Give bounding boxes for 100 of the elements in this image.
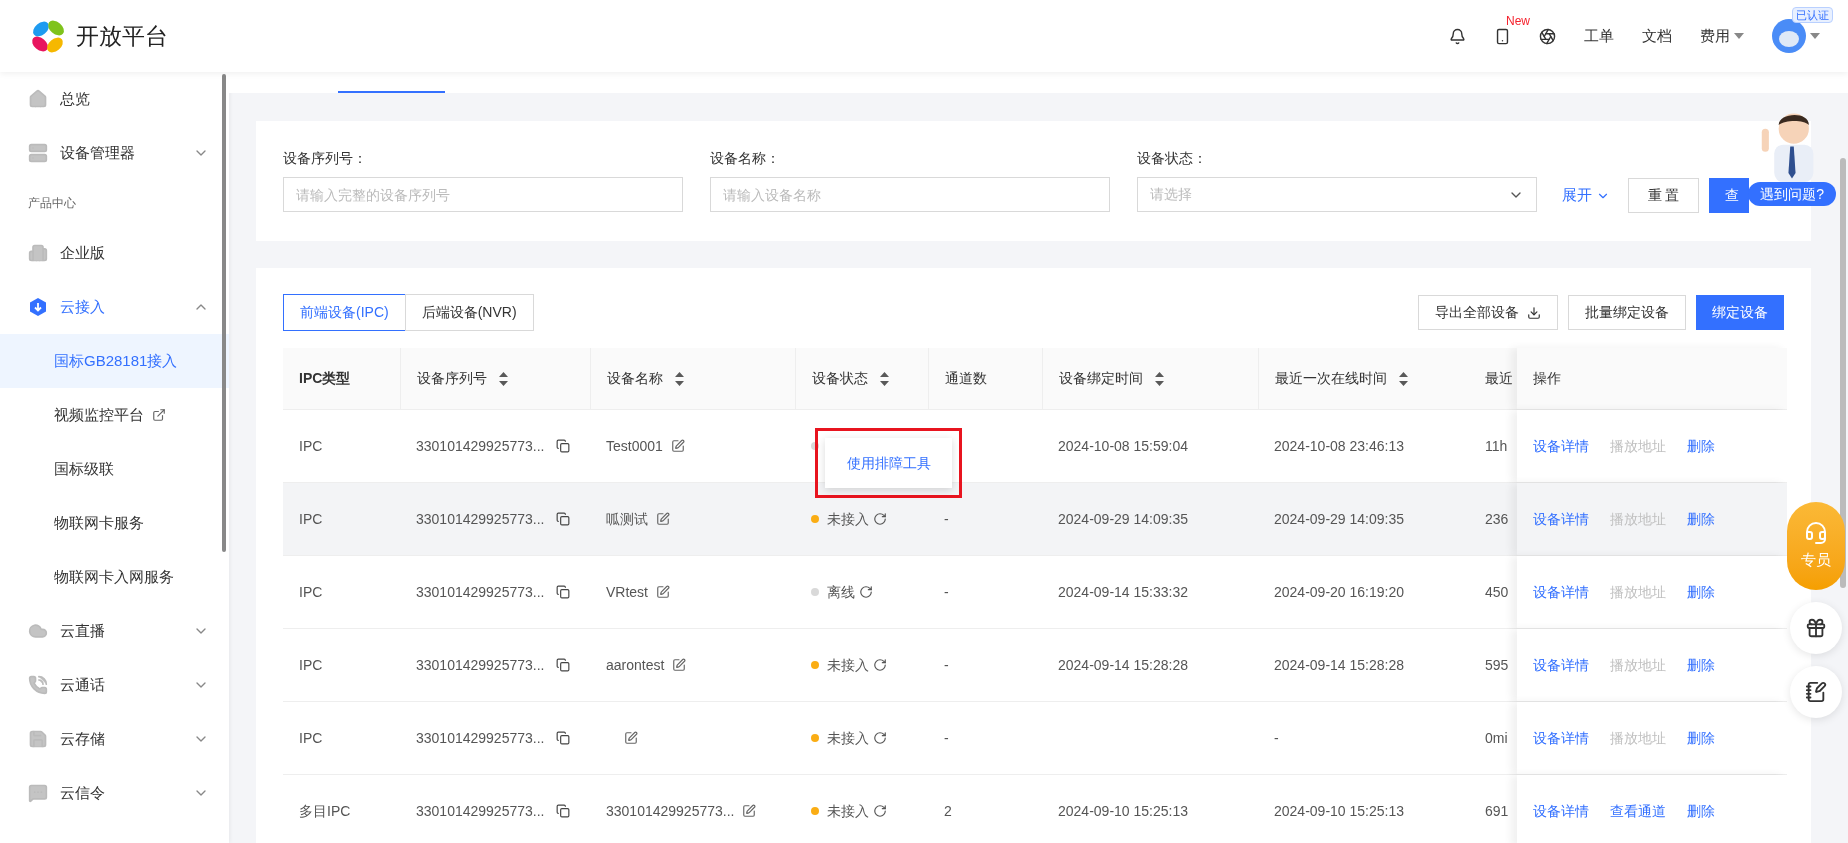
sidebar-subitem[interactable]: 物联网卡服务	[0, 496, 229, 550]
edit-icon[interactable]	[656, 585, 670, 599]
help-bubble[interactable]: 遇到问题?	[1748, 182, 1836, 206]
status-text: 未接入	[827, 801, 869, 821]
table-cell-text: 2024-10-08 15:59:04	[1058, 436, 1188, 456]
table-cell-text: 2024-09-29 14:09:35	[1058, 509, 1188, 529]
toolbar-button[interactable]: 导出全部设备	[1418, 295, 1558, 330]
column-header[interactable]: 设备名称	[590, 348, 795, 409]
aperture-icon[interactable]	[1539, 27, 1556, 45]
input-field[interactable]: 请输入设备名称	[710, 177, 1110, 212]
table-cell-text: 2024-09-10 15:25:13	[1058, 801, 1188, 821]
refresh-icon[interactable]	[873, 731, 887, 745]
table-cell-text: 多目IPC	[299, 801, 351, 821]
action-link[interactable]: 删除	[1687, 435, 1715, 457]
table-cell-text: IPC	[299, 509, 323, 529]
scrollbar-thumb[interactable]	[222, 74, 226, 552]
edit-icon[interactable]	[624, 731, 638, 745]
caret-icon[interactable]	[1810, 33, 1820, 39]
sort-icon[interactable]	[1155, 371, 1164, 386]
column-header[interactable]: 设备序列号	[400, 348, 590, 409]
table-cell-text: -	[944, 655, 949, 675]
copy-icon[interactable]	[556, 658, 571, 672]
action-link[interactable]: 查看通道	[1610, 800, 1666, 822]
column-header[interactable]: 设备状态	[795, 348, 928, 409]
action-link[interactable]: 删除	[1687, 800, 1715, 822]
gift-icon	[1805, 617, 1827, 639]
header-link[interactable]: 费用	[1700, 24, 1744, 48]
refresh-icon[interactable]	[873, 658, 887, 672]
action-link[interactable]: 设备详情	[1533, 654, 1589, 676]
sidebar-item[interactable]: 云通话	[0, 658, 229, 712]
copy-icon[interactable]	[556, 512, 571, 526]
column-header[interactable]: 最近一次在线时间	[1258, 348, 1469, 409]
table-cell-text: VRtest	[606, 582, 648, 602]
refresh-icon[interactable]	[873, 512, 887, 526]
note-edit-icon	[1805, 681, 1827, 703]
table-cell-text: 呱测试	[606, 509, 648, 529]
action-link[interactable]: 设备详情	[1533, 508, 1589, 530]
action-link[interactable]: 删除	[1687, 581, 1715, 603]
action-link[interactable]: 设备详情	[1533, 435, 1589, 457]
table-cell-text: -	[944, 509, 949, 529]
headset-icon	[1804, 520, 1828, 545]
section-title: 产品中心	[27, 195, 77, 212]
sidebar-subitem[interactable]: 国标GB28181接入	[0, 334, 229, 388]
edit-icon[interactable]	[672, 658, 687, 672]
copy-icon[interactable]	[556, 439, 571, 453]
column-header[interactable]: 设备绑定时间	[1042, 348, 1258, 409]
expand-link[interactable]: 展开	[1562, 184, 1610, 207]
sidebar-item[interactable]: 云信令	[0, 766, 229, 820]
sort-icon[interactable]	[675, 371, 684, 386]
notes-button[interactable]	[1790, 666, 1842, 718]
copy-icon[interactable]	[556, 731, 571, 745]
action-link[interactable]: 删除	[1687, 508, 1715, 530]
query-button[interactable]: 查	[1709, 178, 1749, 213]
edit-icon[interactable]	[742, 804, 757, 818]
sidebar-item[interactable]: 云直播	[0, 604, 229, 658]
reset-button[interactable]: 重 置	[1628, 178, 1699, 213]
action-link[interactable]: 删除	[1687, 654, 1715, 676]
gift-button[interactable]	[1790, 602, 1842, 654]
action-link[interactable]: 设备详情	[1533, 800, 1589, 822]
toolbar-button[interactable]: 批量绑定设备	[1568, 295, 1686, 330]
action-link[interactable]: 删除	[1687, 727, 1715, 749]
new-label: New	[1506, 12, 1530, 30]
refresh-icon[interactable]	[873, 804, 887, 818]
menu-icon	[28, 783, 48, 803]
table-cell-text: 11h	[1485, 436, 1508, 456]
edit-icon[interactable]	[670, 439, 685, 453]
sort-icon[interactable]	[499, 371, 508, 386]
sidebar-item[interactable]: 设备管理器	[0, 126, 229, 180]
bell-icon[interactable]	[1449, 27, 1466, 45]
sidebar-subitem[interactable]: 视频监控平台	[0, 388, 229, 442]
sort-icon[interactable]	[880, 371, 889, 386]
sort-icon[interactable]	[1399, 371, 1408, 386]
scrollbar-thumb[interactable]	[1840, 158, 1846, 588]
header-link[interactable]: 文档	[1642, 24, 1672, 48]
device-tab[interactable]: 前端设备(IPC)	[283, 294, 406, 331]
sidebar-subitem[interactable]: 国标级联	[0, 442, 229, 496]
table-cell-text: 330101429925773...	[416, 655, 545, 675]
external-link-icon[interactable]	[152, 408, 166, 422]
edit-icon[interactable]	[656, 512, 670, 526]
device-tab[interactable]: 后端设备(NVR)	[404, 294, 534, 331]
action-link[interactable]: 设备详情	[1533, 727, 1589, 749]
tooltip[interactable]: 使用排障工具	[825, 438, 952, 488]
table-cell-text: IPC	[299, 582, 323, 602]
copy-icon[interactable]	[556, 804, 571, 818]
header-link[interactable]: 工单	[1584, 24, 1614, 48]
sidebar-item[interactable]: 企业版	[0, 226, 229, 280]
refresh-icon[interactable]	[859, 585, 873, 599]
phone-icon[interactable]	[1494, 27, 1511, 45]
field-label: 设备序列号：	[283, 149, 368, 168]
sidebar-item[interactable]: 总览	[0, 72, 229, 126]
toolbar-button[interactable]: 绑定设备	[1696, 295, 1784, 330]
input-field[interactable]: 请输入完整的设备序列号	[283, 177, 683, 212]
sidebar-item[interactable]: 云存储	[0, 712, 229, 766]
sidebar-item[interactable]: 云接入	[0, 280, 229, 334]
table-cell-text: 2024-10-08 23:46:13	[1274, 436, 1404, 456]
action-link[interactable]: 设备详情	[1533, 581, 1589, 603]
table-cell-text: 450	[1485, 582, 1509, 602]
sidebar-subitem[interactable]: 物联网卡入网服务	[0, 550, 229, 604]
avatar-icon[interactable]	[1772, 19, 1806, 53]
copy-icon[interactable]	[556, 585, 571, 599]
